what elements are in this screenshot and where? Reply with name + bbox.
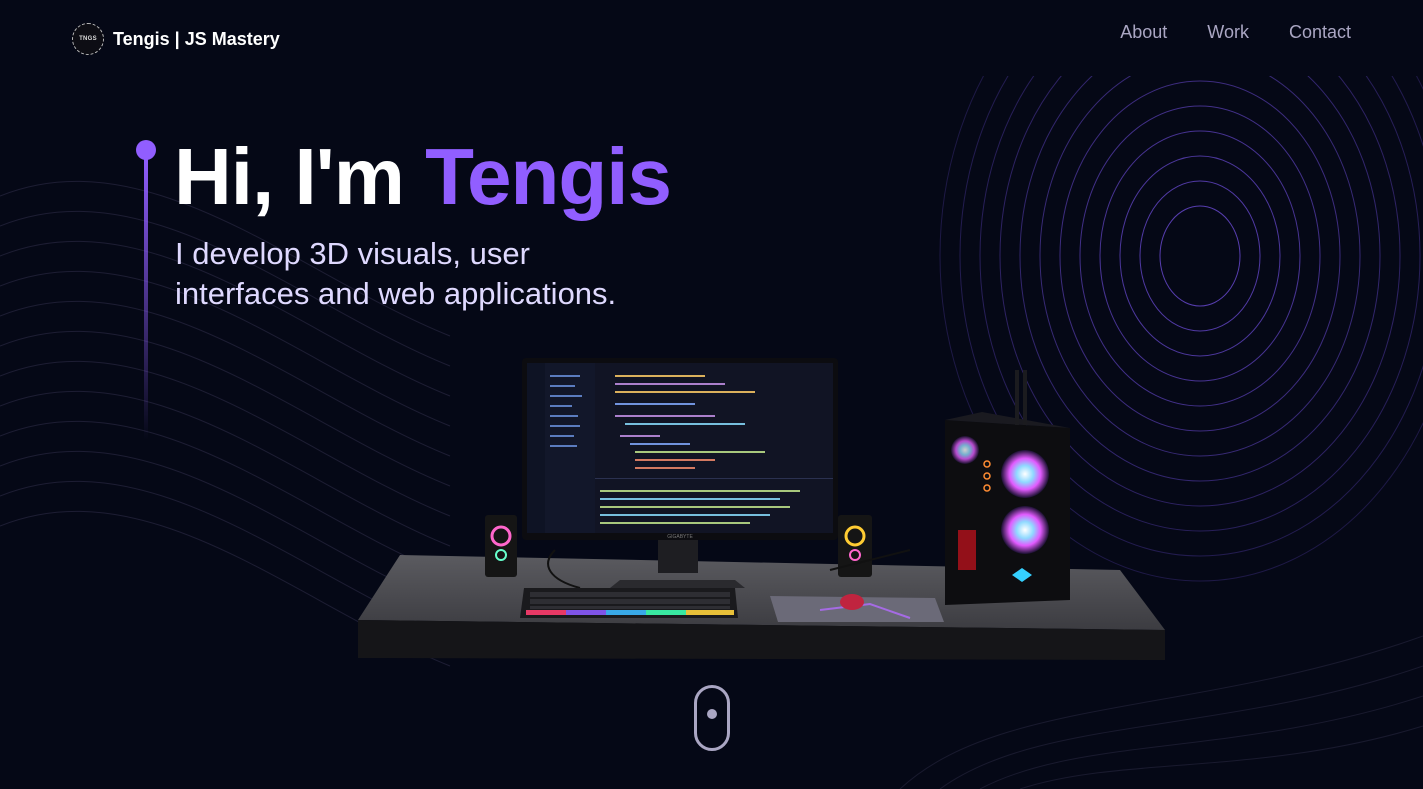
hero-subtitle-line1: I develop 3D visuals, user [175,236,530,271]
nav-link-work[interactable]: Work [1207,22,1249,43]
hero-subtitle-line2: interfaces and web applications. [175,276,617,311]
pc-fan-top [1001,450,1049,498]
nav-link-about[interactable]: About [1120,22,1167,43]
mouse-scroll-icon [707,709,717,719]
logo-text: TNGS [79,36,97,42]
hero-name: Tengis [425,132,672,221]
scroll-indicator[interactable] [694,685,730,751]
hero-accent-line [136,140,156,440]
nav-links: About Work Contact [1120,22,1351,43]
hero-subtitle: I develop 3D visuals, user interfaces an… [175,234,735,314]
mouse [840,594,864,610]
brand-link[interactable]: TNGS Tengis | JS Mastery [72,22,280,56]
monitor-brand-label: GIGABYTE [667,534,693,540]
monitor-base [610,580,745,588]
logo-icon: TNGS [72,23,104,55]
desk-3d-scene[interactable]: GIGABYTE [350,350,1180,670]
nav-link-contact[interactable]: Contact [1289,22,1351,43]
brand-name: Tengis | JS Mastery [113,28,280,49]
pc-fan-bottom [1001,506,1049,554]
hero-greeting: Hi, I'm [174,132,426,221]
hero-title: Hi, I'm Tengis [174,132,672,222]
navbar: TNGS Tengis | JS Mastery About Work Cont… [0,0,1423,76]
accent-gradient-line [144,156,148,440]
